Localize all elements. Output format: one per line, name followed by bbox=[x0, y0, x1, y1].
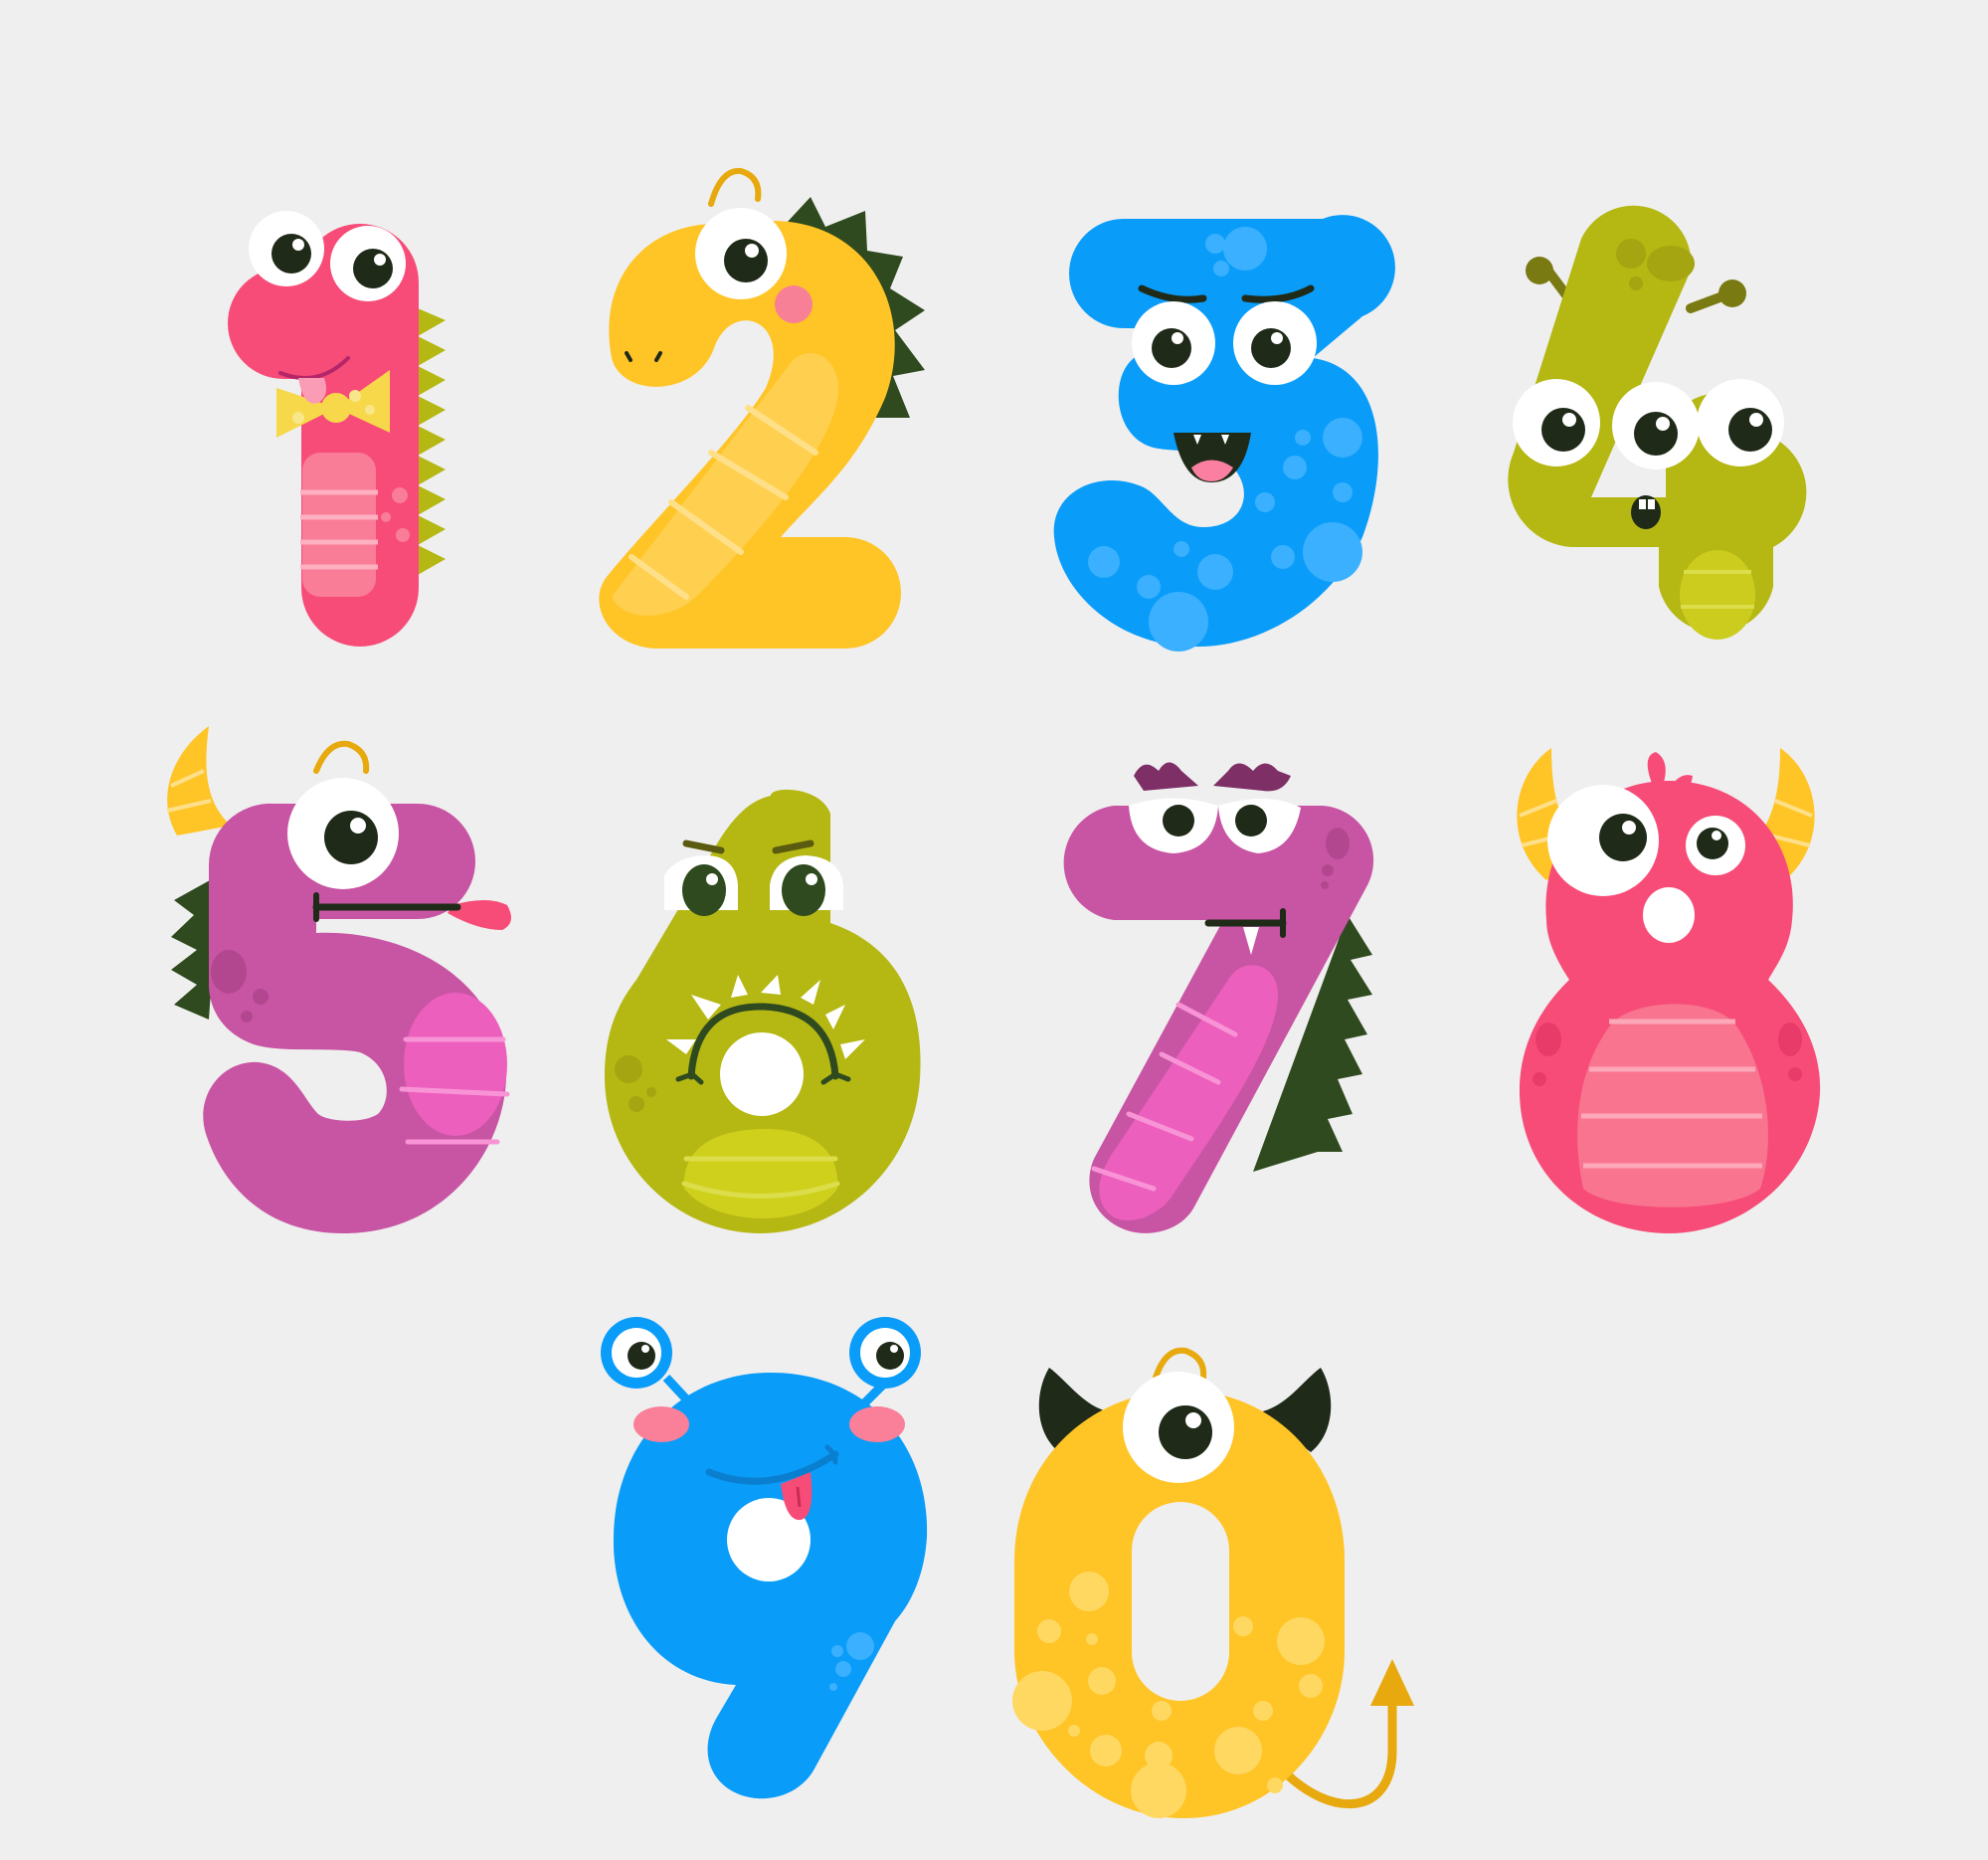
eye-icon bbox=[849, 1317, 921, 1389]
eye-icon bbox=[1123, 1372, 1234, 1483]
eye-icon bbox=[664, 855, 738, 916]
eye-icon bbox=[330, 226, 406, 301]
eye-icon bbox=[695, 208, 787, 299]
eye-icon bbox=[1132, 301, 1215, 385]
eye-icon bbox=[601, 1317, 672, 1389]
eye-icon bbox=[1697, 379, 1784, 466]
eye-icon bbox=[1612, 382, 1700, 469]
eye-icon bbox=[1686, 816, 1745, 875]
eye-icon bbox=[770, 855, 843, 916]
eye-icon bbox=[1547, 785, 1659, 896]
eye-icon bbox=[1233, 301, 1317, 385]
monster-numbers-illustration bbox=[0, 0, 1988, 1860]
eye-icon bbox=[1513, 379, 1600, 466]
eye-icon bbox=[249, 211, 324, 286]
eye-icon bbox=[287, 778, 399, 889]
monster-numbers-canvas bbox=[0, 0, 1988, 1860]
digit-8-monster bbox=[1517, 748, 1821, 1233]
